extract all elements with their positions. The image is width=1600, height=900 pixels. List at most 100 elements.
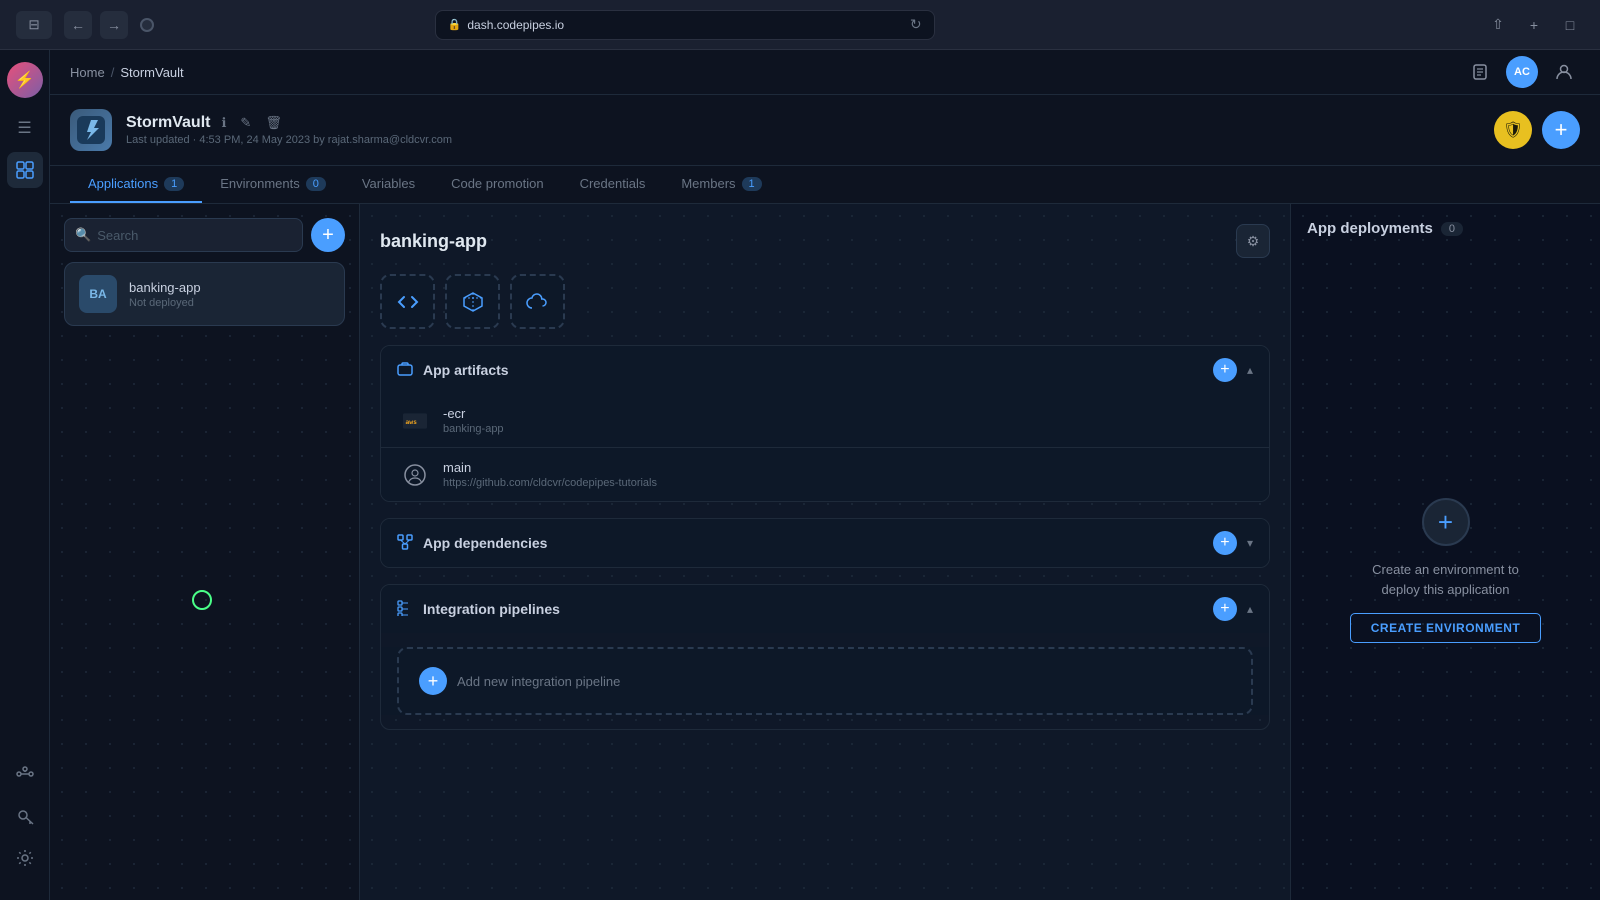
box-icon-card[interactable]	[445, 274, 500, 329]
project-edit-btn[interactable]: ✎	[237, 115, 254, 131]
pipelines-body: + Add new integration pipeline	[381, 647, 1269, 715]
app-dependencies-section: App dependencies + ▾	[380, 518, 1270, 568]
browser-actions: ⇧ + □	[1484, 11, 1584, 39]
search-input-wrap[interactable]: 🔍	[64, 218, 303, 252]
project-header-actions: 🛡 +	[1494, 111, 1580, 149]
tab-variables[interactable]: Variables	[344, 166, 433, 203]
sidebar-bottom-icons	[7, 756, 43, 888]
dependencies-chevron: ▾	[1247, 536, 1253, 550]
settings-nav-btn[interactable]	[7, 840, 43, 876]
user-menu-btn[interactable]	[1548, 56, 1580, 88]
dependencies-add-btn[interactable]: +	[1213, 531, 1237, 555]
tabs-bar: Applications 1 Environments 0 Variables …	[50, 166, 1600, 204]
app-avatar: BA	[79, 275, 117, 313]
app-icons-row	[380, 274, 1270, 329]
cloud-icon-card[interactable]	[510, 274, 565, 329]
section-header-pipelines[interactable]: Integration pipelines + ▴	[381, 585, 1269, 633]
app-layout: ⚡ ☰	[0, 50, 1600, 900]
code-icon-card[interactable]	[380, 274, 435, 329]
artifacts-add-btn[interactable]: +	[1213, 358, 1237, 382]
address-bar[interactable]: 🔒 dash.codepipes.io ↻	[435, 10, 935, 40]
project-info-btn[interactable]: ℹ	[218, 115, 229, 131]
forward-btn[interactable]: →	[100, 11, 128, 39]
pipelines-title: Integration pipelines	[423, 601, 1203, 617]
pipelines-section-icon	[397, 600, 413, 619]
artifacts-chevron: ▴	[1247, 363, 1253, 377]
pipelines-icon	[397, 600, 413, 616]
create-env-plus-btn[interactable]: +	[1422, 498, 1470, 546]
menu-btn[interactable]: ☰	[7, 110, 43, 146]
artifacts-icon	[397, 361, 413, 377]
tab-applications[interactable]: Applications 1	[70, 166, 202, 203]
tab-environments[interactable]: Environments 0	[202, 166, 344, 203]
create-env-text: Create an environment to deploy this app…	[1356, 560, 1536, 599]
artifact-ecr: aws -ecr banking-app	[381, 394, 1269, 448]
new-tab-btn[interactable]: +	[1520, 11, 1548, 39]
project-meta: Last updated · 4:53 PM, 24 May 2023 by r…	[126, 134, 1480, 146]
extensions-btn[interactable]: □	[1556, 11, 1584, 39]
artifact-github-name: main	[443, 460, 657, 475]
back-btn[interactable]: ←	[64, 11, 92, 39]
icon-sidebar: ⚡ ☰	[0, 50, 50, 900]
project-name-row: StormVault ℹ ✎ 🗑	[126, 114, 1480, 132]
key-nav-btn[interactable]	[7, 798, 43, 834]
add-pipeline-card[interactable]: + Add new integration pipeline	[397, 647, 1253, 715]
project-name-text: StormVault	[126, 114, 210, 132]
app-detail: banking-app ⚙	[360, 204, 1290, 900]
add-app-btn[interactable]: +	[311, 218, 345, 252]
refresh-btn[interactable]: ↻	[910, 16, 922, 33]
artifacts-title: App artifacts	[423, 362, 1203, 378]
artifact-github-sub: https://github.com/cldcvr/codepipes-tuto…	[443, 477, 657, 489]
list-item[interactable]: BA banking-app Not deployed	[64, 262, 345, 326]
app-item-info: banking-app Not deployed	[129, 280, 201, 309]
artifact-ecr-sub: banking-app	[443, 423, 504, 435]
deployments-badge: 0	[1441, 222, 1463, 236]
project-delete-btn[interactable]: 🗑	[262, 115, 285, 131]
apps-btn[interactable]	[7, 152, 43, 188]
top-bar-right: AC	[1464, 56, 1580, 88]
app-settings-btn[interactable]: ⚙	[1236, 224, 1270, 258]
tab-applications-badge: 1	[164, 177, 184, 191]
app-artifacts-section: App artifacts + ▴ aws	[380, 345, 1270, 502]
dependencies-title: App dependencies	[423, 535, 1203, 551]
pipeline-nav-btn[interactable]	[7, 756, 43, 792]
pipelines-add-btn[interactable]: +	[1213, 597, 1237, 621]
app-list-panel: 🔍 + BA banking-app Not deployed	[50, 204, 360, 900]
share-btn[interactable]: ⇧	[1484, 11, 1512, 39]
shield-btn[interactable]: 🛡	[1494, 111, 1532, 149]
project-header: StormVault ℹ ✎ 🗑 Last updated · 4:53 PM,…	[50, 95, 1600, 166]
section-header-artifacts[interactable]: App artifacts + ▴	[381, 346, 1269, 394]
create-environment-btn[interactable]: CREATE ENVIRONMENT	[1350, 613, 1541, 643]
add-pipeline-label: Add new integration pipeline	[457, 674, 620, 689]
breadcrumb-home[interactable]: Home	[70, 65, 105, 80]
project-logo-icon	[77, 116, 105, 144]
github-logo	[401, 461, 429, 489]
artifact-github-info: main https://github.com/cldcvr/codepipes…	[443, 460, 657, 489]
app-detail-header: banking-app ⚙	[380, 224, 1270, 258]
lock-icon: 🔒	[448, 18, 462, 31]
create-env-area: + Create an environment to deploy this a…	[1307, 257, 1584, 884]
main-content: Home / StormVault AC	[50, 50, 1600, 900]
tab-members[interactable]: Members 1	[663, 166, 779, 203]
brand-logo[interactable]: ⚡	[7, 62, 43, 98]
apps-icon	[16, 161, 34, 179]
app-detail-title: banking-app	[380, 231, 487, 252]
tab-members-badge: 1	[742, 177, 762, 191]
artifacts-body: aws -ecr banking-app	[381, 394, 1269, 501]
artifact-ecr-info: -ecr banking-app	[443, 406, 504, 435]
breadcrumb-current: StormVault	[120, 65, 183, 80]
tab-code-promotion[interactable]: Code promotion	[433, 166, 562, 203]
project-add-btn[interactable]: +	[1542, 111, 1580, 149]
deployments-title: App deployments	[1307, 220, 1433, 237]
section-header-dependencies[interactable]: App dependencies + ▾	[381, 519, 1269, 567]
tab-environments-badge: 0	[306, 177, 326, 191]
aws-ecr-logo: aws	[401, 407, 429, 435]
add-pipeline-icon: +	[419, 667, 447, 695]
app-item-status: Not deployed	[129, 297, 201, 309]
tab-credentials[interactable]: Credentials	[562, 166, 664, 203]
user-avatar-btn[interactable]: AC	[1506, 56, 1538, 88]
search-input[interactable]	[97, 228, 292, 243]
docs-btn[interactable]	[1464, 56, 1496, 88]
sidebar-toggle-btn[interactable]: ⊟	[16, 11, 52, 39]
breadcrumb-sep: /	[111, 65, 115, 80]
